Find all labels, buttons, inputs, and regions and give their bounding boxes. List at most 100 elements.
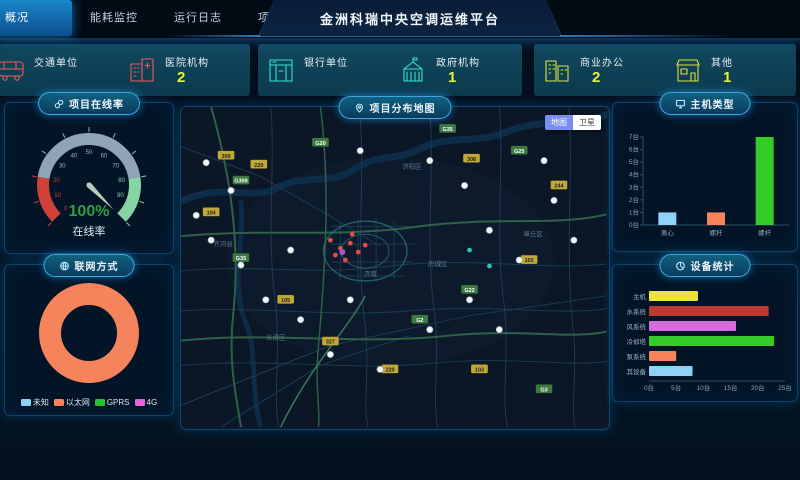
alert-marker[interactable] bbox=[328, 238, 333, 243]
panel-network-header: 联网方式 bbox=[44, 254, 135, 277]
nav-tab-2[interactable]: 能耗监控 bbox=[72, 0, 156, 36]
host-type-chart: 0台1台2台3台4台5台6台7台离心螺杆螺杆 bbox=[613, 127, 797, 247]
project-marker[interactable] bbox=[486, 227, 492, 233]
panel-host-title: 主机类型 bbox=[691, 96, 735, 111]
panel-online-rate-header: 项目在线率 bbox=[38, 92, 140, 115]
panel-project-map: 项目分布地图 bbox=[180, 106, 610, 430]
panel-host-header: 主机类型 bbox=[660, 92, 751, 115]
satellite-mode-button[interactable]: 卫星 bbox=[573, 115, 601, 130]
stat-card-1[interactable]: 交通单位 医院机构2 bbox=[0, 44, 250, 96]
legend-item-未知[interactable]: 未知 bbox=[21, 397, 49, 408]
gauge-value: 100% bbox=[69, 203, 110, 220]
top-nav: 概况能耗监控运行日志项目列表视频监控 金洲科瑞中央空调运维平台 bbox=[0, 0, 800, 40]
road-badge: 102 bbox=[521, 255, 538, 264]
legend-label: GPRS bbox=[107, 398, 130, 407]
svg-text:30: 30 bbox=[59, 164, 66, 170]
svg-text:102: 102 bbox=[525, 258, 534, 264]
project-marker[interactable] bbox=[263, 297, 269, 303]
project-marker[interactable] bbox=[541, 157, 547, 163]
stat-value: 2 bbox=[580, 69, 624, 87]
special-marker[interactable] bbox=[339, 249, 345, 255]
project-marker[interactable] bbox=[297, 316, 303, 322]
map-area-label: 长清区 bbox=[266, 333, 286, 342]
project-marker[interactable] bbox=[466, 297, 472, 303]
nav-tab-1[interactable]: 概况 bbox=[0, 0, 72, 36]
svg-text:15台: 15台 bbox=[724, 383, 738, 392]
project-marker[interactable] bbox=[427, 157, 433, 163]
svg-text:4台: 4台 bbox=[629, 170, 639, 179]
panel-device-header: 设备统计 bbox=[660, 254, 751, 277]
svg-text:308: 308 bbox=[467, 157, 476, 163]
host-bar-离心 bbox=[658, 212, 676, 225]
project-marker[interactable] bbox=[427, 326, 433, 332]
device-bar-泵系统 bbox=[649, 351, 676, 361]
svg-text:离心: 离心 bbox=[661, 228, 675, 237]
road-badge: 309 bbox=[218, 151, 235, 160]
svg-text:220: 220 bbox=[254, 163, 263, 169]
project-marker[interactable] bbox=[347, 297, 353, 303]
stat-text: 医院机构2 bbox=[165, 54, 209, 87]
svg-text:6台: 6台 bbox=[629, 145, 639, 154]
page-title: 金洲科瑞中央空调运维平台 bbox=[259, 0, 561, 36]
road-badge: 327 bbox=[322, 337, 339, 346]
online-marker[interactable] bbox=[487, 264, 492, 269]
project-marker[interactable] bbox=[516, 257, 522, 263]
legend-item-GPRS[interactable]: GPRS bbox=[95, 398, 130, 407]
alert-marker[interactable] bbox=[343, 258, 348, 263]
project-marker[interactable] bbox=[327, 351, 333, 357]
online-marker[interactable] bbox=[467, 248, 472, 253]
road-badge: G22 bbox=[461, 285, 478, 294]
project-marker[interactable] bbox=[461, 182, 467, 188]
road-badge: 220 bbox=[382, 364, 399, 373]
alert-marker[interactable] bbox=[348, 241, 353, 246]
road-badge: G2 bbox=[411, 315, 428, 324]
stat-card-3[interactable]: 商业办公2其他1 bbox=[534, 44, 796, 96]
nav-tab-3[interactable]: 运行日志 bbox=[156, 0, 240, 36]
svg-text:主机: 主机 bbox=[633, 292, 647, 301]
road-badge: G3 bbox=[536, 384, 553, 393]
project-marker[interactable] bbox=[203, 159, 209, 165]
road-badge: G309 bbox=[233, 176, 250, 185]
svg-text:20台: 20台 bbox=[751, 383, 765, 392]
svg-text:G2: G2 bbox=[416, 318, 423, 324]
legend-label: 4G bbox=[147, 398, 158, 407]
project-marker[interactable] bbox=[571, 237, 577, 243]
stat-label: 银行单位 bbox=[304, 54, 348, 69]
svg-text:105: 105 bbox=[281, 298, 290, 304]
map-mode-button[interactable]: 地图 bbox=[545, 115, 573, 130]
legend-item-4G[interactable]: 4G bbox=[135, 398, 158, 407]
alert-marker[interactable] bbox=[350, 232, 355, 237]
project-marker[interactable] bbox=[193, 212, 199, 218]
svg-text:309: 309 bbox=[221, 154, 230, 160]
legend-item-以太网[interactable]: 以太网 bbox=[54, 397, 90, 408]
project-marker[interactable] bbox=[551, 197, 557, 203]
project-marker[interactable] bbox=[238, 262, 244, 268]
alert-marker[interactable] bbox=[356, 250, 361, 255]
donut-ring bbox=[50, 294, 128, 372]
road-badge: G35 bbox=[439, 124, 456, 133]
project-marker[interactable] bbox=[377, 366, 383, 372]
project-marker[interactable] bbox=[496, 326, 502, 332]
map-viewport[interactable]: 309220G20G35308G25244104G35105327G2G2210… bbox=[181, 107, 609, 429]
stat-item-商业办公: 商业办公2 bbox=[534, 44, 665, 96]
map-canvas[interactable]: 309220G20G35308G25244104G35105327G2G2210… bbox=[181, 107, 607, 427]
gauge-zone-grey bbox=[44, 139, 135, 178]
legend-swatch bbox=[54, 399, 64, 406]
stat-card-2[interactable]: 银行单位政府机构1 bbox=[258, 44, 522, 96]
project-marker[interactable] bbox=[228, 187, 234, 193]
svg-text:10: 10 bbox=[54, 193, 61, 199]
svg-text:220: 220 bbox=[385, 368, 394, 374]
panel-host-type: 主机类型 0台1台2台3台4台5台6台7台离心螺杆螺杆 bbox=[612, 102, 798, 252]
office-icon bbox=[542, 55, 572, 85]
bus-icon bbox=[0, 55, 26, 85]
project-marker[interactable] bbox=[357, 148, 363, 154]
svg-text:70: 70 bbox=[112, 164, 119, 170]
project-marker[interactable] bbox=[287, 247, 293, 253]
alert-marker[interactable] bbox=[363, 243, 368, 248]
svg-text:0台: 0台 bbox=[629, 220, 639, 229]
host-bar-螺杆 bbox=[707, 212, 725, 225]
monitor-icon bbox=[676, 99, 686, 109]
stat-label: 其他 bbox=[711, 54, 733, 69]
alert-marker[interactable] bbox=[333, 253, 338, 258]
stat-text: 交通单位 bbox=[34, 54, 78, 87]
